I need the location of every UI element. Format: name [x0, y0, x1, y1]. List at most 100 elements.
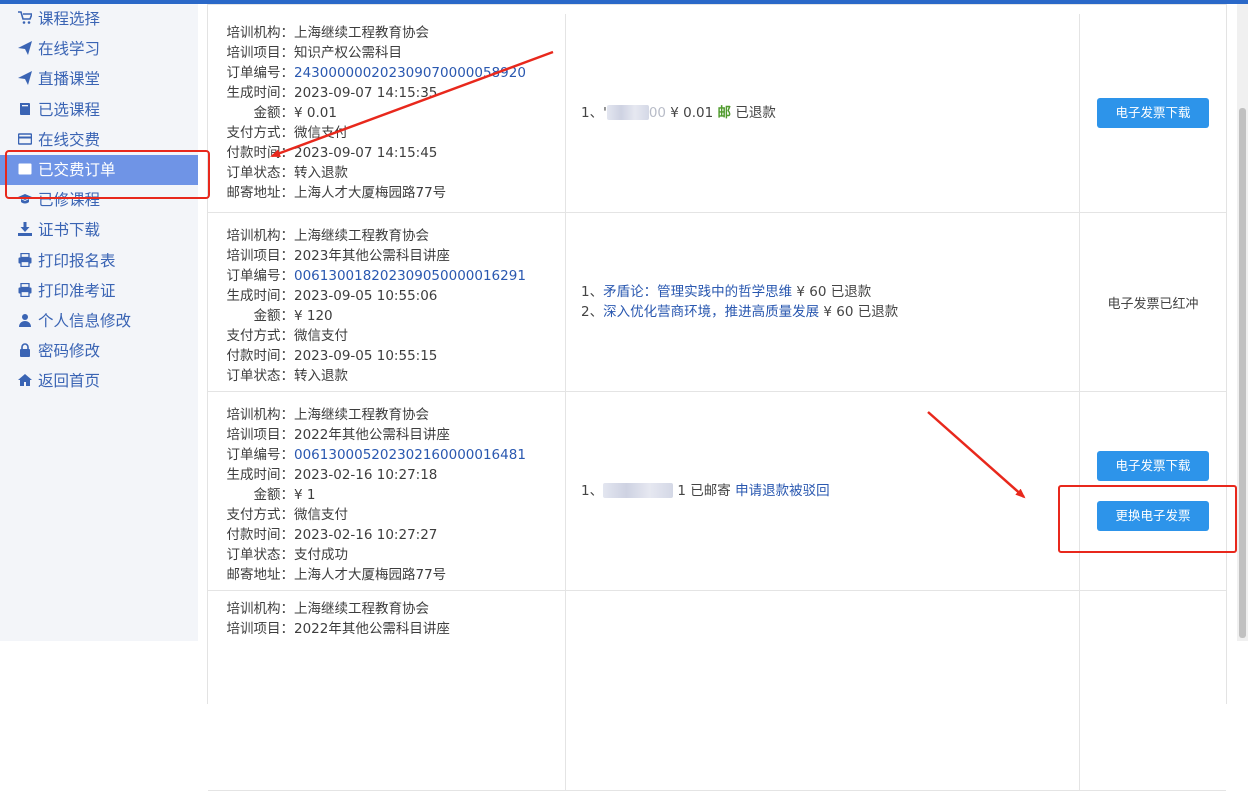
invoice-download-button[interactable]: 电子发票下载 [1097, 451, 1209, 481]
invoice-download-button[interactable]: 电子发票下载 [1097, 98, 1209, 128]
sidebar-item-label: 已交费订单 [38, 160, 116, 179]
invoice-status-text: 电子发票已红冲 [1107, 296, 1199, 312]
order-number: 订单编号：006130018202309050000016291 [226, 268, 526, 284]
sidebar-item-live-class[interactable]: 直播课堂 [0, 64, 198, 94]
refund-rejected-link[interactable]: 申请退款被驳回 [735, 483, 830, 499]
order-project: 培训项目：2023年其他公需科目讲座 [226, 248, 450, 264]
sidebar-item-profile-edit[interactable]: 个人信息修改 [0, 306, 198, 336]
course-link[interactable]: 深入优化营商环境，推进高质量发展 [603, 304, 819, 320]
order-created-time: 生成时间：2023-09-05 10:55:06 [226, 288, 438, 304]
sidebar-item-label: 个人信息修改 [38, 311, 132, 330]
sidebar-item-online-payment[interactable]: 在线交费 [0, 125, 198, 155]
order-amount: 金额：¥ 1 [253, 487, 316, 503]
order-item: 1、 1 已邮寄 申请退款被驳回 [581, 483, 830, 499]
order-info-cell: 培训机构：上海继续工程教育协会 培训项目：2022年其他公需科目讲座 订单编号：… [208, 392, 566, 590]
printer-icon [18, 282, 32, 297]
lock-icon [18, 343, 32, 358]
order-items-cell: 1、' 00 ¥ 0.01 邮 已退款 [566, 14, 1080, 212]
sidebar-item-label: 直播课堂 [38, 70, 101, 89]
sidebar-item-print-admission[interactable]: 打印准考证 [0, 276, 198, 306]
cart-icon [18, 11, 32, 25]
sidebar-item-label: 在线交费 [38, 130, 101, 149]
change-invoice-button[interactable]: 更换电子发票 [1097, 501, 1209, 531]
graduation-cap-icon [18, 192, 32, 206]
mail-badge: 邮 [717, 105, 732, 121]
order-action-cell: 电子发票已红冲 [1080, 213, 1226, 391]
order-info-cell: 培训机构：上海继续工程教育协会 培训项目：2023年其他公需科目讲座 订单编号：… [208, 213, 566, 391]
sidebar-item-label: 返回首页 [38, 372, 101, 391]
order-status: 订单状态：支付成功 [226, 547, 349, 563]
order-info-cell: 培训机构：上海继续工程教育协会 培训项目：2022年其他公需科目讲座 [208, 591, 566, 790]
order-org: 培训机构：上海继续工程教育协会 [226, 407, 430, 423]
list-icon [18, 162, 32, 176]
order-pay-time: 付款时间：2023-02-16 10:27:27 [226, 527, 438, 543]
sidebar-item-print-registration[interactable]: 打印报名表 [0, 246, 198, 276]
send-icon [18, 41, 32, 56]
sidebar-item-label: 在线学习 [38, 40, 101, 59]
order-row: 培训机构：上海继续工程教育协会 培训项目：知识产权公需科目 订单编号：24300… [208, 4, 1226, 213]
order-status: 订单状态：转入退款 [226, 165, 349, 181]
course-link[interactable]: 矛盾论：管理实践中的哲学思维 [603, 284, 792, 300]
order-number: 订单编号：006130005202302160000016481 [226, 447, 526, 463]
order-pay-time: 付款时间：2023-09-05 10:55:15 [226, 348, 438, 364]
order-created-time: 生成时间：2023-09-07 14:15:35 [226, 85, 438, 101]
order-item: 1、矛盾论：管理实践中的哲学思维 ¥ 60 已退款 [581, 284, 872, 300]
order-row: 培训机构：上海继续工程教育协会 培训项目：2022年其他公需科目讲座 订单编号：… [208, 392, 1226, 591]
sidebar-item-password[interactable]: 密码修改 [0, 336, 198, 366]
sidebar-item-label: 已修课程 [38, 191, 101, 210]
sidebar-item-online-learning[interactable]: 在线学习 [0, 34, 198, 64]
sidebar-item-selected-courses[interactable]: 已选课程 [0, 95, 198, 125]
order-address: 邮寄地址：上海人才大厦梅园路77号 [226, 185, 447, 201]
sidebar-item-course-select[interactable]: 课程选择 [0, 4, 198, 34]
scrollbar-thumb[interactable] [1239, 108, 1246, 638]
order-item: 2、深入优化营商环境，推进高质量发展 ¥ 60 已退款 [581, 304, 899, 320]
sidebar-nav: 课程选择在线学习直播课堂已选课程在线交费已交费订单已修课程证书下载打印报名表打印… [0, 4, 198, 641]
sidebar-item-label: 已选课程 [38, 100, 101, 119]
vertical-scrollbar[interactable] [1237, 4, 1248, 641]
order-number-link[interactable]: 006130005202302160000016481 [294, 447, 526, 463]
order-items-cell: 1、矛盾论：管理实践中的哲学思维 ¥ 60 已退款 2、深入优化营商环境，推进高… [566, 213, 1080, 391]
order-info-cell: 培训机构：上海继续工程教育协会 培训项目：知识产权公需科目 订单编号：24300… [208, 14, 566, 212]
order-project: 培训项目：2022年其他公需科目讲座 [226, 427, 450, 443]
order-created-time: 生成时间：2023-02-16 10:27:18 [226, 467, 438, 483]
order-row: 培训机构：上海继续工程教育协会 培训项目：2023年其他公需科目讲座 订单编号：… [208, 213, 1226, 392]
order-amount: 金额：¥ 0.01 [253, 105, 337, 121]
redacted-text [603, 483, 674, 498]
order-number-link[interactable]: 006130018202309050000016291 [294, 268, 526, 284]
credit-card-icon [18, 132, 32, 146]
sidebar-item-label: 密码修改 [38, 342, 101, 361]
order-amount: 金额：¥ 120 [253, 308, 333, 324]
order-project: 培训项目：2022年其他公需科目讲座 [226, 621, 450, 637]
sidebar-item-paid-orders[interactable]: 已交费订单 [0, 154, 198, 186]
sidebar-item-label: 打印准考证 [38, 281, 116, 300]
order-org: 培训机构：上海继续工程教育协会 [226, 228, 430, 244]
order-row: 培训机构：上海继续工程教育协会 培训项目：2022年其他公需科目讲座 [208, 591, 1226, 791]
order-items-cell: 1、 1 已邮寄 申请退款被驳回 [566, 392, 1080, 590]
send-icon [18, 71, 32, 86]
order-action-cell: 电子发票下载 更换电子发票 [1080, 392, 1226, 590]
sidebar-item-home[interactable]: 返回首页 [0, 366, 198, 396]
sidebar-item-label: 证书下载 [38, 221, 101, 240]
order-pay-method: 支付方式：微信支付 [226, 125, 349, 141]
order-pay-time: 付款时间：2023-09-07 14:15:45 [226, 145, 438, 161]
home-icon [18, 373, 32, 387]
order-address: 邮寄地址：上海人才大厦梅园路77号 [226, 567, 447, 583]
order-pay-method: 支付方式：微信支付 [226, 507, 349, 523]
order-project: 培训项目：知识产权公需科目 [226, 45, 403, 61]
order-number: 订单编号：243000000202309070000058920 [226, 65, 526, 81]
sidebar-item-label: 打印报名表 [38, 251, 116, 270]
download-icon [18, 222, 32, 237]
user-icon [18, 313, 32, 327]
printer-icon [18, 252, 32, 267]
book-icon [18, 102, 32, 116]
order-org: 培训机构：上海继续工程教育协会 [226, 601, 430, 617]
order-pay-method: 支付方式：微信支付 [226, 328, 349, 344]
sidebar-item-label: 课程选择 [38, 10, 101, 28]
order-number-link[interactable]: 243000000202309070000058920 [294, 65, 526, 81]
order-item: 1、' 00 ¥ 0.01 邮 已退款 [581, 105, 776, 121]
order-org: 培训机构：上海继续工程教育协会 [226, 25, 430, 41]
sidebar-item-completed-courses[interactable]: 已修课程 [0, 185, 198, 215]
order-action-cell [1080, 591, 1226, 790]
sidebar-list: 课程选择在线学习直播课堂已选课程在线交费已交费订单已修课程证书下载打印报名表打印… [0, 4, 198, 396]
sidebar-item-certificate-download[interactable]: 证书下载 [0, 215, 198, 245]
